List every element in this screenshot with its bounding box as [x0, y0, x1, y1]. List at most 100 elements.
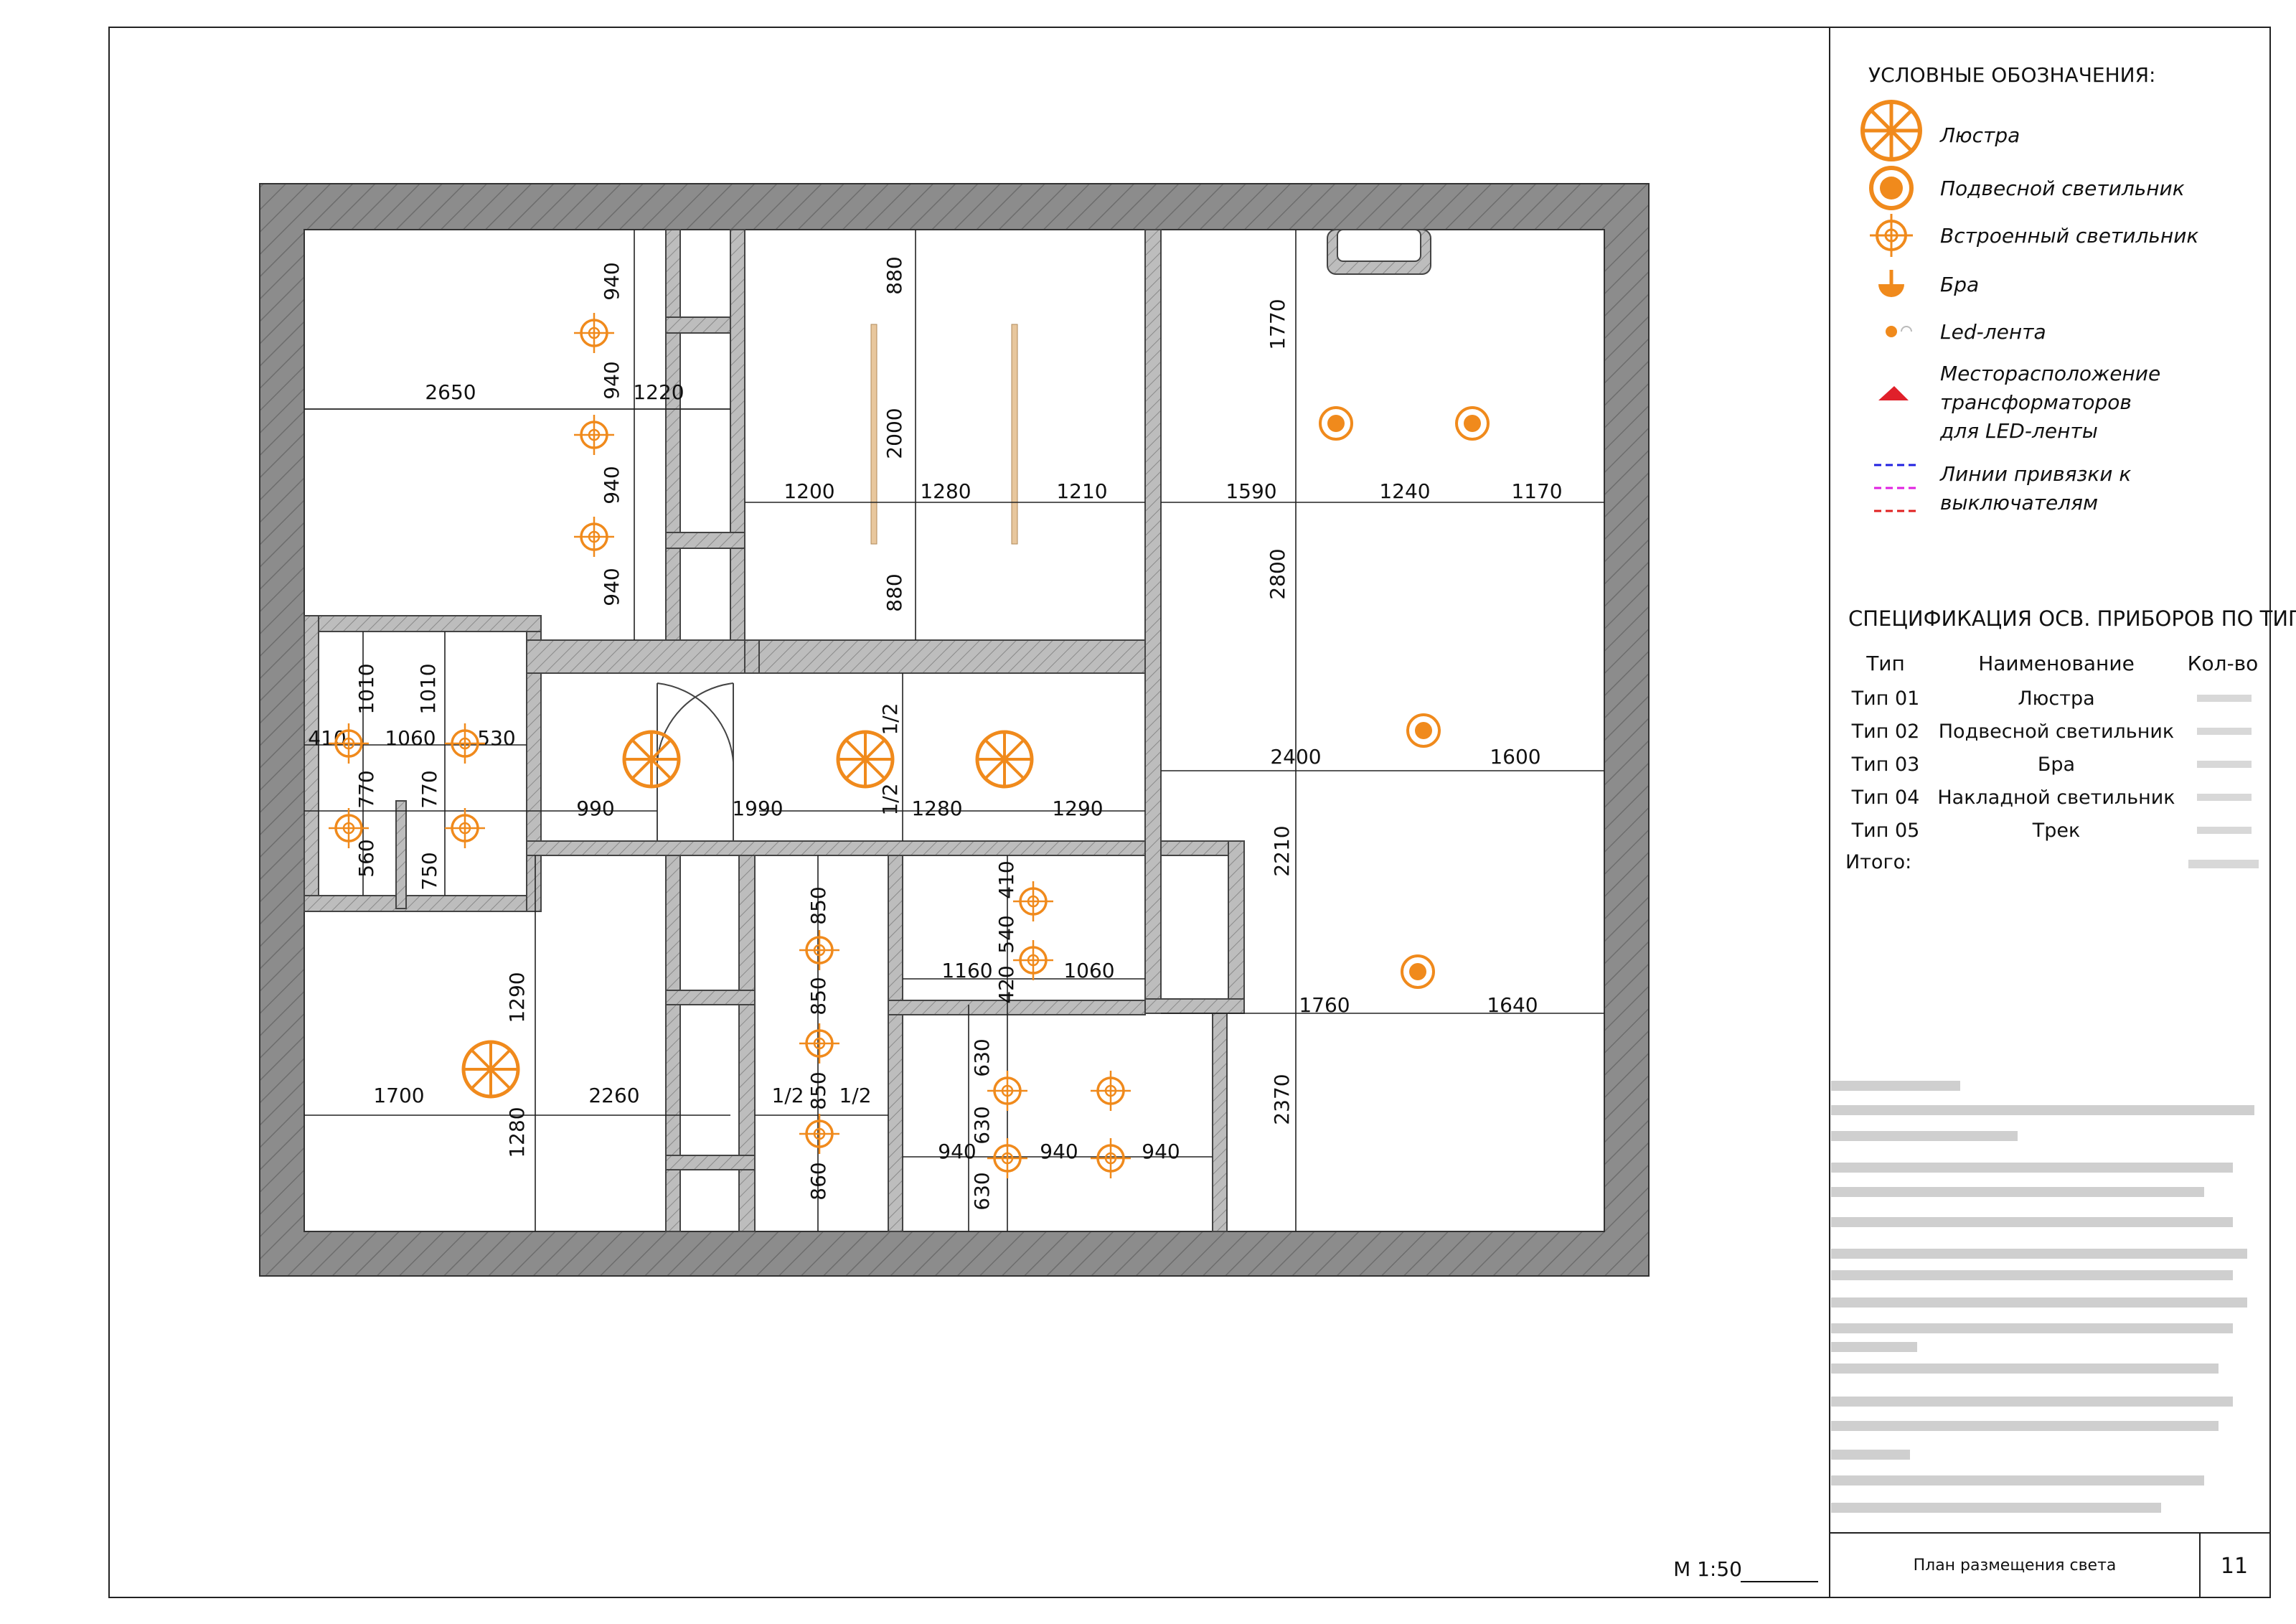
spec-header-qty: Кол-во: [2188, 652, 2259, 675]
dimension-label: 850: [806, 977, 830, 1015]
legend-title: УСЛОВНЫЕ ОБОЗНАЧЕНИЯ:: [1868, 63, 2156, 87]
dimension-label: 940: [600, 262, 624, 300]
spec-row-name: Бра: [2038, 754, 2075, 776]
spec-row-name: Люстра: [2018, 687, 2094, 710]
dimension-label: 1280: [911, 797, 962, 820]
dimension-label: 850: [806, 1071, 830, 1109]
recessed-light-icon: [1091, 1138, 1131, 1178]
legend-label-led: Led-лента: [1940, 320, 2046, 344]
dimension-label: 1210: [1056, 479, 1107, 503]
dimension-label: 2000: [883, 408, 906, 459]
dimension-label: 940: [1040, 1140, 1078, 1163]
recessed-light-icon: [799, 1114, 839, 1154]
dimension-label: 1280: [920, 479, 971, 503]
sheet-frame: [108, 27, 2271, 1598]
dimension-label: 1/2: [878, 783, 902, 815]
pendant-light-icon: [1869, 166, 1914, 210]
dimension-label: 770: [354, 770, 378, 808]
pendant-light-icon: [1401, 954, 1435, 989]
dimension-label: 770: [418, 770, 441, 808]
track-light: [1011, 324, 1018, 545]
dimension-label: 1/2: [878, 703, 902, 735]
dimension-label: 1/2: [771, 1084, 804, 1107]
chandelier-icon: [975, 730, 1034, 789]
dimension-label: 2800: [1266, 548, 1289, 599]
dimension-label: 940: [938, 1140, 976, 1163]
recessed-light-icon: [1091, 1071, 1131, 1111]
track-light: [870, 324, 878, 545]
dimension-label: 1590: [1225, 479, 1276, 503]
spec-header-name: Наименование: [1978, 652, 2135, 675]
recessed-light-icon: [445, 808, 485, 848]
title-block: План размещения света 11: [1830, 1532, 2270, 1597]
dimension-label: 1290: [1052, 797, 1103, 820]
dimension-label: 940: [600, 361, 624, 399]
recessed-light-icon: [574, 313, 614, 353]
pendant-light-icon: [1455, 406, 1490, 441]
legend-label-transformer-3: для LED-ленты: [1939, 419, 2098, 443]
dimension-label: 1290: [505, 972, 529, 1023]
spec-qty-blurred: [2188, 695, 2259, 868]
legend-label-transformer-1: Месторасположение: [1940, 362, 2160, 385]
switch-lines-icon: [1874, 464, 1920, 512]
dimension-label: 540: [994, 915, 1018, 953]
chandelier-icon: [461, 1040, 520, 1099]
dimension-label: 410: [308, 726, 346, 750]
dimension-label: 1280: [505, 1107, 529, 1158]
recessed-light-icon: [1013, 881, 1053, 921]
recessed-light-icon: [799, 930, 839, 970]
pendant-light-icon: [1406, 713, 1441, 748]
dimension-label: 1010: [354, 663, 378, 714]
legend-label-pendant: Подвесной светильник: [1940, 177, 2185, 200]
spec-row-name: Трек: [2032, 820, 2081, 842]
chandelier-icon: [836, 730, 895, 789]
dimension-label: 990: [576, 797, 614, 820]
sheet-number: 11: [2221, 1554, 2248, 1579]
spec-row-type: Тип 02: [1851, 721, 1920, 743]
dimension-label: 1/2: [839, 1084, 871, 1107]
scale-label: М 1:50: [1673, 1557, 1742, 1581]
spec-row-type: Тип 03: [1851, 754, 1920, 776]
spec-row-name: Подвесной светильник: [1939, 721, 2174, 743]
dimension-label: 1600: [1490, 745, 1540, 769]
legend-label-chandelier: Люстра: [1939, 123, 2020, 147]
dimension-label: 940: [600, 568, 624, 606]
dimension-label: 2370: [1270, 1074, 1294, 1125]
dimension-label: 1170: [1511, 479, 1562, 503]
drawing-title: План размещения света: [1914, 1557, 2117, 1574]
dimension-label: 2400: [1270, 745, 1321, 769]
recessed-light-icon: [799, 1023, 839, 1064]
dimension-label: 1200: [784, 479, 834, 503]
dimension-label: 1640: [1487, 993, 1538, 1017]
legend-label-sconce: Бра: [1940, 273, 1979, 296]
chandelier-icon: [622, 730, 681, 789]
legend-label-recessed: Встроенный светильник: [1940, 224, 2198, 248]
spec-table: СПЕЦИФИКАЦИЯ ОСВ. ПРИБОРОВ ПО ТИПУ Тип Н…: [1845, 606, 2296, 873]
dimension-label: 750: [418, 852, 441, 890]
dimension-label: 1240: [1379, 479, 1430, 503]
legend-label-transformer-2: трансформаторов: [1940, 390, 2132, 414]
dimension-label: 630: [970, 1106, 994, 1144]
dimension-label: 630: [970, 1038, 994, 1076]
notes-blurred: [1831, 1081, 2254, 1513]
bathroom-partition: [395, 800, 407, 909]
dimension-label: 1160: [941, 959, 992, 982]
door-swing: [657, 682, 734, 841]
dimension-label: 630: [970, 1172, 994, 1210]
legend-label-switch-2: выключателям: [1940, 491, 2098, 515]
dimension-label: 2260: [588, 1084, 639, 1107]
dimension-label: 940: [1142, 1140, 1180, 1163]
dimension-label: 2210: [1270, 825, 1294, 876]
dimension-label: 530: [477, 726, 515, 750]
dimension-label: 860: [806, 1162, 830, 1200]
pendant-light-icon: [1319, 406, 1353, 441]
dimension-label: 850: [806, 886, 830, 924]
spec-row-type: Тип 05: [1851, 820, 1920, 842]
spec-row-name: Накладной светильник: [1937, 787, 2175, 809]
dimension-label: 1060: [1063, 959, 1114, 982]
transformer-icon: [1878, 386, 1909, 400]
dimension-lines: 940 940 940 940 2650 1220 880 2000 880 1200 1280 12…: [304, 230, 1604, 1231]
spec-row-type: Тип 04: [1851, 787, 1920, 809]
dimension-label: 1060: [385, 726, 436, 750]
dimension-label: 1700: [373, 1084, 424, 1107]
